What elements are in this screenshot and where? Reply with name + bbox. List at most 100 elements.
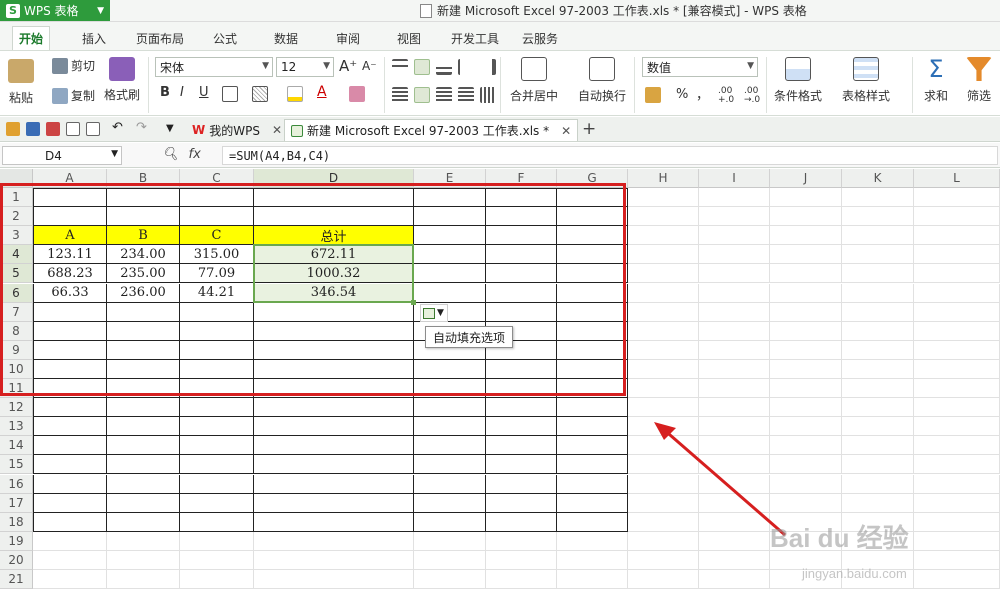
increase-decimal-button[interactable]: .00 +.0 xyxy=(718,87,738,105)
cell-d16[interactable] xyxy=(254,474,414,494)
cell-f3[interactable] xyxy=(486,226,557,246)
cell-a18[interactable] xyxy=(33,512,107,532)
cell-f21[interactable] xyxy=(486,570,557,590)
tab-developer[interactable]: 开发工具 xyxy=(445,26,505,50)
tab-review[interactable]: 审阅 xyxy=(330,26,366,50)
cell-d6[interactable]: 346.54 xyxy=(254,283,414,303)
cell-f20[interactable] xyxy=(486,550,557,570)
align-bottom-icon[interactable] xyxy=(436,59,452,75)
cell-e14[interactable] xyxy=(414,436,486,456)
cell-e1[interactable] xyxy=(414,188,486,208)
align-right-icon[interactable] xyxy=(436,87,452,103)
cell-g3[interactable] xyxy=(557,226,628,246)
cell-d14[interactable] xyxy=(254,436,414,456)
cell-h8[interactable] xyxy=(628,321,699,341)
cell-a10[interactable] xyxy=(33,359,107,379)
cell-l21[interactable] xyxy=(914,570,1000,590)
cell-a7[interactable] xyxy=(33,302,107,322)
align-center-icon[interactable] xyxy=(414,87,430,103)
print-icon[interactable] xyxy=(66,122,80,136)
cell-d5[interactable]: 1000.32 xyxy=(254,264,414,284)
cell-a14[interactable] xyxy=(33,436,107,456)
cell-d11[interactable] xyxy=(254,379,414,399)
cell-a6[interactable]: 66.33 xyxy=(33,283,107,303)
cell-c15[interactable] xyxy=(180,455,254,475)
cell-l7[interactable] xyxy=(914,302,1000,322)
cell-b6[interactable]: 236.00 xyxy=(107,283,180,303)
cell-g12[interactable] xyxy=(557,398,628,418)
cell-f13[interactable] xyxy=(486,417,557,437)
cell-c12[interactable] xyxy=(180,398,254,418)
cell-b9[interactable] xyxy=(107,340,180,360)
cell-f1[interactable] xyxy=(486,188,557,208)
tab-page-layout[interactable]: 页面布局 xyxy=(130,26,190,50)
cell-d10[interactable] xyxy=(254,359,414,379)
cell-l10[interactable] xyxy=(914,359,1000,379)
cell-a13[interactable] xyxy=(33,417,107,437)
cell-a15[interactable] xyxy=(33,455,107,475)
cell-g8[interactable] xyxy=(557,321,628,341)
clear-format-button[interactable] xyxy=(349,86,365,102)
font-color-button[interactable]: A xyxy=(317,84,327,100)
row-header-13[interactable]: 13 xyxy=(0,417,33,437)
column-header-f[interactable]: F xyxy=(486,169,557,188)
cell-h20[interactable] xyxy=(628,550,699,570)
cell-e11[interactable] xyxy=(414,379,486,399)
cell-e18[interactable] xyxy=(414,512,486,532)
tab-cloud-services[interactable]: 云服务 xyxy=(516,26,564,50)
tab-insert[interactable]: 插入 xyxy=(76,26,112,50)
undo-icon[interactable]: ↶ xyxy=(112,120,126,135)
comma-style-button[interactable]: ， xyxy=(696,84,709,103)
cell-l14[interactable] xyxy=(914,436,1000,456)
merge-center-button[interactable]: 合并居中 xyxy=(510,57,558,104)
cell-d2[interactable] xyxy=(254,207,414,227)
cell-j2[interactable] xyxy=(770,207,842,227)
cell-e19[interactable] xyxy=(414,531,486,551)
cell-l1[interactable] xyxy=(914,188,1000,208)
tab-document[interactable]: 新建 Microsoft Excel 97-2003 工作表.xls * ✕ xyxy=(284,119,579,141)
cell-c13[interactable] xyxy=(180,417,254,437)
cell-c2[interactable] xyxy=(180,207,254,227)
font-size-select[interactable]: 12 ▼ xyxy=(276,57,334,77)
cell-d18[interactable] xyxy=(254,512,414,532)
cell-b3[interactable]: B xyxy=(107,226,180,246)
cell-i9[interactable] xyxy=(699,340,770,360)
column-header-k[interactable]: K xyxy=(842,169,914,188)
justify-icon[interactable] xyxy=(458,87,474,103)
cell-g21[interactable] xyxy=(557,570,628,590)
formula-input[interactable]: =SUM(A4,B4,C4) xyxy=(222,146,998,165)
cell-b15[interactable] xyxy=(107,455,180,475)
cell-c8[interactable] xyxy=(180,321,254,341)
cell-b21[interactable] xyxy=(107,570,180,590)
autofill-options-button[interactable]: ▼ xyxy=(420,304,448,322)
cell-a9[interactable] xyxy=(33,340,107,360)
cell-f12[interactable] xyxy=(486,398,557,418)
cell-b16[interactable] xyxy=(107,474,180,494)
cell-g19[interactable] xyxy=(557,531,628,551)
underline-button[interactable]: U xyxy=(199,85,209,100)
row-header-1[interactable]: 1 xyxy=(0,188,33,207)
cell-k4[interactable] xyxy=(842,245,914,265)
cell-h7[interactable] xyxy=(628,302,699,322)
cell-b5[interactable]: 235.00 xyxy=(107,264,180,284)
cell-j6[interactable] xyxy=(770,283,842,303)
cell-e21[interactable] xyxy=(414,570,486,590)
wps-app-menu-button[interactable]: S WPS 表格 ▼ xyxy=(0,0,110,21)
font-size-increase-button[interactable]: A⁺ xyxy=(339,57,357,75)
sum-button[interactable]: Σ 求和 xyxy=(924,55,948,104)
fill-color-button[interactable] xyxy=(287,86,303,102)
cell-k7[interactable] xyxy=(842,302,914,322)
cell-h10[interactable] xyxy=(628,359,699,379)
cell-h2[interactable] xyxy=(628,207,699,227)
print-preview-icon[interactable] xyxy=(86,122,100,136)
cell-e15[interactable] xyxy=(414,455,486,475)
cell-l3[interactable] xyxy=(914,226,1000,246)
cell-f15[interactable] xyxy=(486,455,557,475)
cell-d17[interactable] xyxy=(254,493,414,513)
cell-g17[interactable] xyxy=(557,493,628,513)
cell-l4[interactable] xyxy=(914,245,1000,265)
cell-d15[interactable] xyxy=(254,455,414,475)
cell-a12[interactable] xyxy=(33,398,107,418)
cell-h6[interactable] xyxy=(628,283,699,303)
cell-a1[interactable] xyxy=(33,188,107,208)
